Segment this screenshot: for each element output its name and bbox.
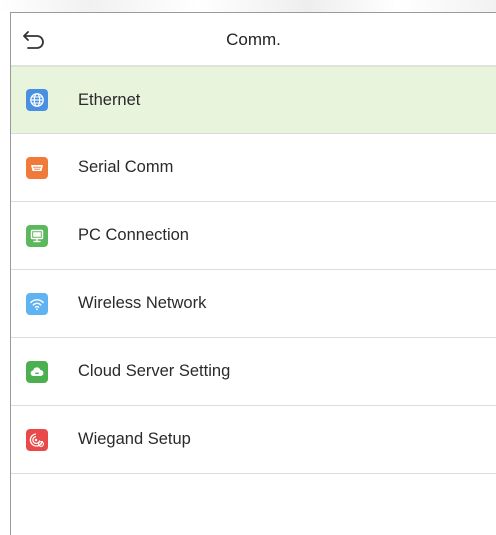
wiegand-icon — [26, 428, 48, 451]
header-bar: Comm. — [11, 13, 496, 66]
menu-item-serial-comm[interactable]: Serial Comm — [11, 134, 496, 202]
serial-port-icon — [26, 156, 48, 179]
back-button[interactable] — [17, 23, 51, 55]
page-title: Comm. — [226, 30, 281, 49]
menu-item-ethernet[interactable]: Ethernet — [11, 66, 496, 134]
menu-item-cloud-server-setting[interactable]: Cloud Server Setting — [11, 338, 496, 406]
menu-item-label: Wireless Network — [78, 294, 207, 312]
menu-item-label: Ethernet — [78, 90, 141, 109]
menu-item-label: Cloud Server Setting — [78, 362, 231, 380]
globe-icon — [26, 89, 48, 111]
comm-screen: Comm. Ethernet Serial Comm PC Connection… — [0, 0, 496, 535]
menu-item-label: Serial Comm — [78, 158, 174, 176]
menu-item-pc-connection[interactable]: PC Connection — [11, 202, 496, 270]
device-frame: Comm. Ethernet Serial Comm PC Connection… — [10, 12, 496, 535]
back-arrow-icon — [23, 31, 44, 49]
monitor-icon — [26, 224, 48, 247]
menu-item-label: Wiegand Setup — [78, 430, 191, 448]
menu-item-label: PC Connection — [78, 226, 189, 244]
wifi-icon — [26, 292, 48, 315]
menu-item-wiegand-setup[interactable]: Wiegand Setup — [11, 406, 496, 474]
comm-menu-list: Ethernet Serial Comm PC Connection Wirel… — [11, 66, 496, 474]
menu-item-wireless-network[interactable]: Wireless Network — [11, 270, 496, 338]
top-edge-shadow — [0, 0, 496, 12]
cloud-icon — [26, 360, 48, 383]
